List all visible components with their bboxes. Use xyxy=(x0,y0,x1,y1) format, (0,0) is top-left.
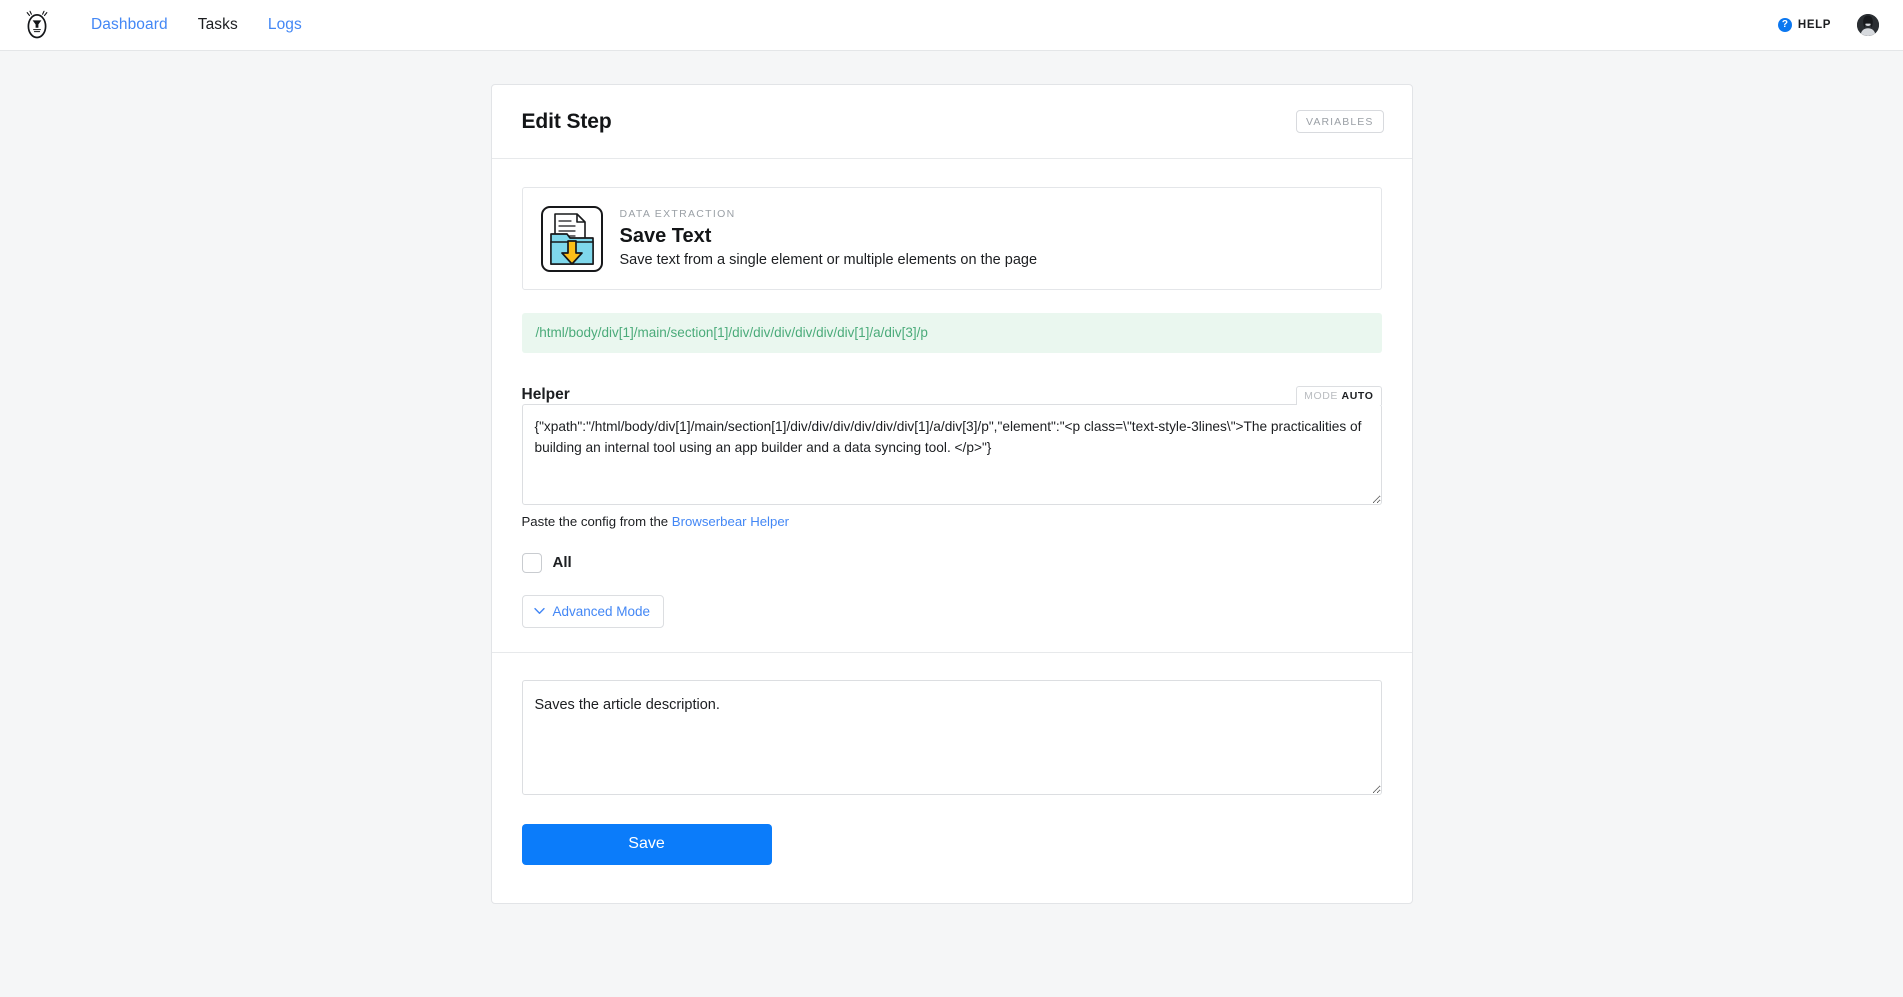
nav-link-dashboard[interactable]: Dashboard xyxy=(76,16,183,34)
advanced-mode-button[interactable]: Advanced Mode xyxy=(521,594,665,628)
helper-hint: Paste the config from the Browserbear He… xyxy=(522,514,1382,529)
xpath-value[interactable]: /html/body/div[1]/main/section[1]/div/di… xyxy=(521,313,1382,353)
top-navbar: Dashboard Tasks Logs ? HELP xyxy=(0,0,1903,51)
action-category-label: DATA EXTRACTION xyxy=(619,207,736,220)
all-checkbox-label[interactable]: All xyxy=(553,554,572,571)
action-description: Save text from a single element or multi… xyxy=(619,251,1038,268)
bear-logo-icon[interactable] xyxy=(20,8,54,42)
browserbear-helper-link[interactable]: Browserbear Helper xyxy=(672,514,789,529)
advanced-mode-label: Advanced Mode xyxy=(552,603,651,619)
save-text-folder-download-icon xyxy=(540,205,603,272)
chevron-down-icon xyxy=(533,607,545,615)
all-checkbox-row: All xyxy=(521,552,1382,573)
help-button[interactable]: ? HELP xyxy=(1777,18,1831,32)
save-button[interactable]: Save xyxy=(521,823,772,865)
avatar[interactable] xyxy=(1857,14,1879,36)
all-checkbox[interactable] xyxy=(521,552,542,573)
action-meta: DATA EXTRACTION Save Text Save text from… xyxy=(620,208,1038,270)
page-title: Edit Step xyxy=(521,109,612,133)
nav-link-logs[interactable]: Logs xyxy=(253,16,317,34)
action-title: Save Text xyxy=(619,224,712,247)
mode-badge-key: MODE xyxy=(1304,389,1338,402)
question-mark-circle-icon: ? xyxy=(1777,18,1792,32)
helper-label: Helper xyxy=(521,385,570,403)
helper-input[interactable] xyxy=(521,403,1382,505)
page-body: Edit Step VARIABLES DATA EXTRACTION Save… xyxy=(0,51,1903,904)
variables-button[interactable]: VARIABLES xyxy=(1296,110,1384,133)
mode-badge-value: AUTO xyxy=(1341,389,1374,402)
helper-header: Helper MODE AUTO xyxy=(521,374,1382,405)
help-label: HELP xyxy=(1797,19,1831,31)
nav-links: Dashboard Tasks Logs xyxy=(76,16,317,34)
navbar-right: ? HELP xyxy=(1777,14,1879,36)
helper-hint-text: Paste the config from the xyxy=(521,513,669,529)
step-description-input[interactable] xyxy=(521,679,1382,795)
card-header: Edit Step VARIABLES xyxy=(491,85,1412,159)
card-body-bottom: Save xyxy=(491,651,1412,903)
edit-step-card: Edit Step VARIABLES DATA EXTRACTION Save… xyxy=(490,84,1413,904)
action-type-tile[interactable]: DATA EXTRACTION Save Text Save text from… xyxy=(521,187,1382,290)
mode-badge[interactable]: MODE AUTO xyxy=(1296,385,1382,405)
card-body-top: DATA EXTRACTION Save Text Save text from… xyxy=(492,159,1412,652)
nav-link-tasks[interactable]: Tasks xyxy=(183,16,253,34)
